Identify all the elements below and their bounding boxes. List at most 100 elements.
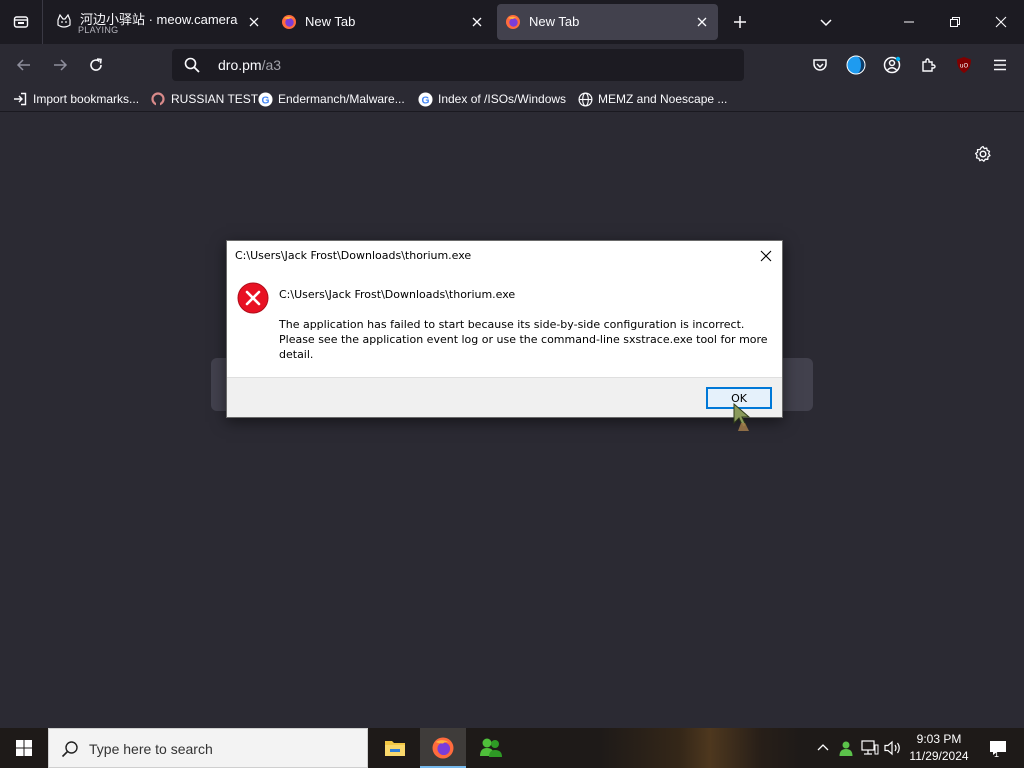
tab-title: New Tab: [305, 14, 356, 29]
dialog-heading: C:\Users\Jack Frost\Downloads\thorium.ex…: [279, 288, 516, 301]
chevron-down-icon: [820, 19, 832, 27]
globe-icon: [577, 91, 593, 107]
url-path: /a3: [261, 57, 282, 73]
bookmark-index-isos[interactable]: G Index of /ISOs/Windows: [417, 90, 566, 108]
url-text: dro.pm/a3: [218, 57, 281, 73]
folder-icon: [385, 741, 405, 756]
network-icon: [861, 740, 879, 755]
tab-title: New Tab: [529, 14, 580, 29]
action-center-button[interactable]: [978, 728, 1018, 768]
close-icon: [697, 17, 707, 27]
reload-button[interactable]: [82, 51, 110, 79]
plus-icon: [734, 16, 746, 28]
search-icon: [184, 57, 200, 73]
close-tab-button[interactable]: [469, 14, 485, 30]
search-placeholder: Type here to search: [89, 741, 213, 757]
puzzle-icon: [922, 58, 936, 72]
new-tab-button[interactable]: [728, 10, 752, 34]
windows-logo-icon: [16, 740, 32, 756]
customize-new-tab-button[interactable]: [971, 142, 995, 166]
svg-text:G: G: [261, 95, 269, 106]
bookmark-memz[interactable]: MEMZ and Noescape ...: [577, 90, 727, 108]
bookmark-label: RUSSIAN TEST: [171, 92, 259, 106]
gear-icon: [974, 145, 991, 162]
ublock-icon: uO: [957, 57, 971, 73]
pocket-button[interactable]: [808, 53, 832, 77]
minimize-icon: [904, 21, 914, 23]
restore-button[interactable]: [932, 0, 978, 44]
bookmark-label: MEMZ and Noescape ...: [598, 92, 728, 106]
page-content: [0, 112, 1024, 728]
svg-text:uO: uO: [960, 63, 969, 70]
minimize-button[interactable]: [886, 0, 932, 44]
taskbar-search-box[interactable]: Type here to search: [48, 728, 368, 768]
bookmark-russian-test[interactable]: RUSSIAN TEST: [150, 90, 258, 108]
reload-icon: [90, 58, 102, 71]
error-dialog: C:\Users\Jack Frost\Downloads\thorium.ex…: [226, 240, 783, 418]
blue-circle-extension-icon: [846, 55, 866, 75]
taskbar: Type here to search 9:03 PM 11/29/2024 1: [0, 728, 1024, 768]
tab-playing-label: PLAYING: [78, 25, 119, 35]
bookmark-label: Import bookmarks...: [33, 92, 140, 106]
close-icon: [760, 250, 772, 262]
messenger-people-icon: [480, 738, 502, 757]
show-hidden-icons-button[interactable]: [813, 738, 833, 758]
cat-icon: [57, 14, 71, 28]
navigation-toolbar: dro.pm/a3 uO: [0, 44, 1024, 86]
taskbar-wallpaper-bleed: [600, 728, 800, 768]
speaker-icon: [884, 740, 900, 756]
tab-meow-camera[interactable]: 河边小驿站 · meow.camera PLAYING: [48, 4, 270, 40]
error-icon: [237, 282, 269, 314]
start-button[interactable]: [0, 728, 48, 768]
tray-volume[interactable]: [883, 738, 903, 758]
dialog-close-button[interactable]: [752, 243, 780, 269]
arrow-right-icon: [54, 59, 68, 71]
firefox-icon: [282, 15, 296, 29]
google-icon: G: [417, 91, 433, 107]
tray-network[interactable]: [860, 738, 880, 758]
bookmark-label: Endermanch/Malware...: [278, 92, 405, 106]
account-button[interactable]: [880, 53, 904, 77]
taskbar-messenger[interactable]: [468, 728, 514, 768]
list-all-tabs-button[interactable]: [814, 10, 838, 34]
notification-count: 1: [994, 749, 1000, 759]
extension-button[interactable]: [844, 53, 868, 77]
close-tab-button[interactable]: [694, 14, 710, 30]
back-button[interactable]: [10, 51, 38, 79]
taskbar-firefox[interactable]: [420, 728, 466, 768]
search-icon: [61, 741, 78, 758]
bookmark-endermanch[interactable]: G Endermanch/Malware...: [257, 90, 405, 108]
dialog-footer: OK: [227, 377, 782, 417]
firefox-view-button[interactable]: [0, 0, 42, 44]
tab-new-tab-2[interactable]: New Tab: [497, 4, 718, 40]
dialog-title: C:\Users\Jack Frost\Downloads\thorium.ex…: [235, 249, 472, 262]
extensions-button[interactable]: [916, 53, 940, 77]
tray-messenger[interactable]: [836, 738, 856, 758]
close-icon: [249, 17, 259, 27]
dialog-message: The application has failed to start beca…: [279, 318, 768, 361]
forward-button[interactable]: [46, 51, 74, 79]
hamburger-menu-icon: [994, 59, 1006, 71]
taskbar-clock[interactable]: 9:03 PM 11/29/2024: [906, 731, 972, 765]
tab-strip: 河边小驿站 · meow.camera PLAYING New Tab New …: [0, 0, 1024, 44]
account-icon: [883, 56, 901, 74]
arrow-left-icon: [16, 59, 30, 71]
firefox-view-icon: [13, 16, 29, 28]
firefox-icon: [506, 15, 520, 29]
tab-new-tab-1[interactable]: New Tab: [273, 4, 493, 40]
taskbar-file-explorer[interactable]: [372, 728, 418, 768]
close-window-button[interactable]: [978, 0, 1024, 44]
svg-text:G: G: [421, 95, 429, 106]
close-tab-button[interactable]: [246, 14, 262, 30]
ublock-button[interactable]: uO: [952, 53, 976, 77]
chevron-up-icon: [817, 744, 829, 751]
clock-time: 9:03 PM: [916, 732, 962, 746]
bookmark-label: Index of /ISOs/Windows: [438, 92, 567, 106]
tab-separator: [42, 0, 43, 44]
google-icon: G: [257, 91, 273, 107]
url-bar[interactable]: dro.pm/a3: [172, 49, 744, 81]
restore-icon: [950, 17, 960, 27]
menu-button[interactable]: [988, 53, 1012, 77]
bookmark-import[interactable]: Import bookmarks...: [12, 90, 139, 108]
pocket-icon: [813, 59, 827, 71]
